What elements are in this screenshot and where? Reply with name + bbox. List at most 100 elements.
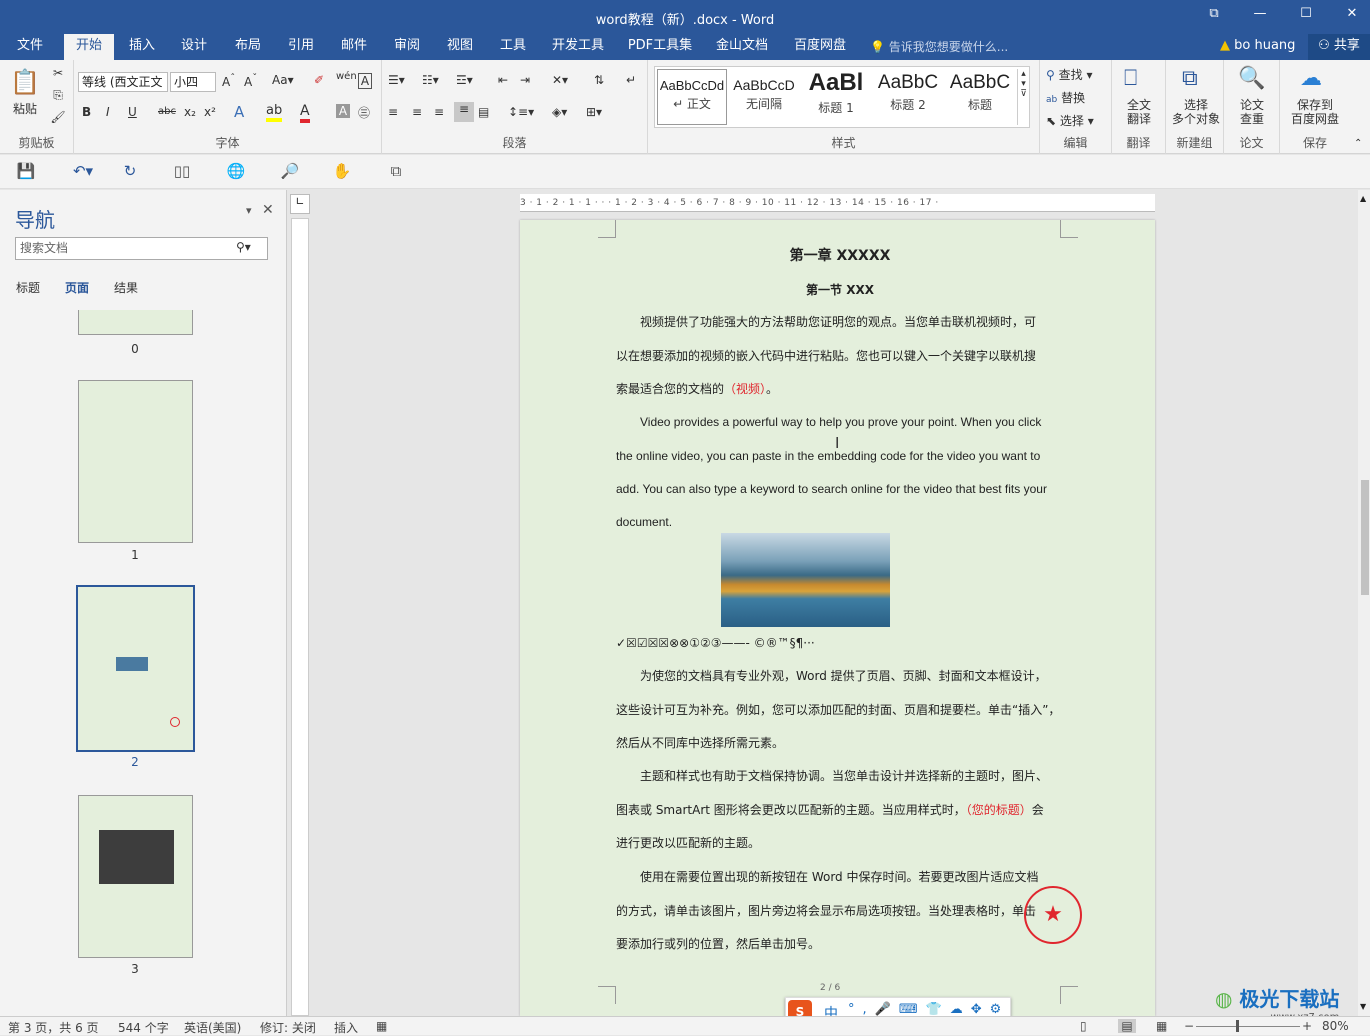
zoom-level[interactable]: 80% (1322, 1019, 1349, 1033)
tab-tools[interactable]: 工具 (491, 34, 535, 60)
print-layout-icon[interactable]: ▤ (1118, 1019, 1136, 1033)
increase-indent-icon[interactable]: ⇥ (520, 73, 530, 87)
zoom-in-icon[interactable]: + (1302, 1019, 1312, 1033)
touch-mode-icon[interactable]: ✋ (332, 162, 352, 182)
scroll-up-icon[interactable]: ▲ (1360, 194, 1366, 203)
distributed-icon[interactable]: ▤ (478, 105, 489, 119)
select-button[interactable]: ⬉ 选择 ▾ (1046, 112, 1094, 129)
shading-icon[interactable]: ◈▾ (552, 105, 567, 119)
style-no-spacing[interactable]: AaBbCcD 无间隔 (729, 69, 799, 125)
tab-pdf-tools[interactable]: PDF工具集 (624, 34, 696, 60)
select-multiple-button[interactable]: 选择 多个对象 (1168, 98, 1224, 126)
line-spacing-icon[interactable]: ↕≡▾ (508, 105, 534, 119)
tab-headings[interactable]: 标题 (16, 279, 40, 296)
nav-options-icon[interactable]: ▾ (246, 204, 252, 217)
copy-icon[interactable]: ⎘ (50, 88, 66, 103)
font-color-icon[interactable]: A (300, 103, 310, 123)
superscript-button[interactable]: x² (204, 105, 216, 119)
zoom-slider-thumb[interactable] (1236, 1020, 1239, 1032)
sort-icon[interactable]: ⇅ (594, 73, 604, 87)
web-view-icon[interactable]: ▦ (1156, 1019, 1167, 1033)
find-button[interactable]: ⚲ 查找 ▾ (1046, 66, 1092, 83)
baidu-cloud-icon[interactable]: ☁ (1300, 66, 1322, 91)
minimize-button[interactable]: — (1248, 6, 1272, 26)
scroll-down-icon[interactable]: ▼ (1360, 1002, 1366, 1011)
search-icon[interactable]: ⚲▾ (236, 240, 251, 254)
close-button[interactable]: ✕ (1340, 6, 1364, 26)
tab-home[interactable]: 开始 (64, 34, 114, 60)
tab-file[interactable]: 文件 (8, 34, 52, 60)
clear-format-icon[interactable]: ✐ (314, 73, 324, 87)
read-view-icon[interactable]: ▯ (1080, 1019, 1087, 1033)
tab-selector[interactable]: ∟ (290, 194, 310, 214)
translate-icon[interactable]: ⎕ (1124, 66, 1137, 91)
scrollbar-thumb[interactable] (1361, 480, 1369, 595)
tab-insert[interactable]: 插入 (120, 34, 164, 60)
enclose-char-icon[interactable]: ㊂ (358, 104, 370, 121)
collapse-ribbon-icon[interactable]: ⌃ (1354, 138, 1362, 149)
vertical-scrollbar[interactable]: ▲ ▼ (1358, 190, 1370, 1016)
paste-icon[interactable]: 📋 (10, 68, 40, 98)
tab-references[interactable]: 引用 (279, 34, 323, 60)
grow-font-icon[interactable]: Aˆ (222, 73, 235, 89)
bold-button[interactable]: B (82, 105, 91, 119)
chinese-layout-icon[interactable]: ✕▾ (552, 73, 568, 87)
user-account[interactable]: ▲ bo huang (1220, 38, 1295, 53)
multilevel-list-icon[interactable]: ☲▾ (456, 73, 473, 87)
print-preview-icon[interactable]: 🔎 (280, 162, 300, 182)
align-right-icon[interactable]: ≡ (434, 105, 444, 119)
tab-design[interactable]: 设计 (172, 34, 216, 60)
document-page[interactable]: 第一章 XXXXX 第一节 XXX 视频提供了功能强大的方法帮助您证明您的观点。… (520, 220, 1155, 1016)
subscript-button[interactable]: x₂ (184, 105, 196, 119)
tab-kdocs[interactable]: 金山文档 (708, 34, 776, 60)
ime-tool-icons[interactable]: °,🎤⌨👕☁✥⚙ (848, 1002, 1009, 1017)
align-left-icon[interactable]: ≡ (388, 105, 398, 119)
track-changes[interactable]: 修订: 关闭 (260, 1019, 316, 1036)
paper-check-icon[interactable]: 🔍 (1238, 66, 1265, 91)
format-painter-icon[interactable]: 🖌 (50, 110, 66, 124)
tab-layout[interactable]: 布局 (226, 34, 270, 60)
page-count[interactable]: 第 3 页，共 6 页 (8, 1019, 99, 1036)
tab-baidu-netdisk[interactable]: 百度网盘 (786, 34, 854, 60)
italic-button[interactable]: I (106, 105, 110, 119)
save-icon[interactable]: 💾 (16, 162, 36, 182)
tell-me-box[interactable]: 💡 告诉我您想要做什么... (870, 38, 1008, 55)
page-thumbnail-3[interactable] (78, 795, 193, 958)
align-center-icon[interactable]: ≡ (412, 105, 422, 119)
tab-mailings[interactable]: 邮件 (332, 34, 376, 60)
styles-scroll[interactable]: ▴ ▾ ⊽ (1017, 69, 1029, 125)
tab-developer[interactable]: 开发工具 (546, 34, 610, 60)
text-effects-icon[interactable]: A (234, 103, 244, 121)
redo-icon[interactable]: ↻ (120, 162, 140, 182)
insert-mode[interactable]: 插入 (334, 1019, 358, 1036)
paper-check-button[interactable]: 论文 查重 (1230, 98, 1274, 126)
ribbon-display-icon[interactable]: ⧉ (1202, 6, 1226, 26)
tab-view[interactable]: 视图 (438, 34, 482, 60)
landscape-image[interactable] (721, 533, 890, 627)
font-name-select[interactable]: 等线 (西文正文 (78, 72, 168, 92)
page-thumbnail-2[interactable] (76, 585, 195, 752)
tab-review[interactable]: 审阅 (385, 34, 429, 60)
style-title[interactable]: AaBbC 标题 (945, 69, 1015, 125)
full-translate-button[interactable]: 全文 翻译 (1118, 98, 1160, 126)
font-size-select[interactable]: 小四 (170, 72, 216, 92)
borders-icon[interactable]: ⊞▾ (586, 105, 602, 119)
zoom-slider[interactable] (1196, 1026, 1300, 1027)
decrease-indent-icon[interactable]: ⇤ (498, 73, 508, 87)
cut-icon[interactable]: ✂ (50, 66, 66, 80)
bullets-icon[interactable]: ☰▾ (388, 73, 405, 87)
justify-icon[interactable]: ≡ (454, 102, 474, 122)
read-mode-icon[interactable]: ▯▯ (172, 162, 192, 182)
show-marks-icon[interactable]: ↵ (626, 73, 636, 87)
zoom-out-icon[interactable]: − (1184, 1019, 1194, 1033)
page-thumbnail-1[interactable] (78, 380, 193, 543)
char-shading-icon[interactable]: A (336, 104, 350, 118)
search-input[interactable]: 搜索文档 (15, 237, 268, 260)
style-heading-2[interactable]: AaBbC 标题 2 (873, 69, 943, 125)
numbering-icon[interactable]: ☷▾ (422, 73, 439, 87)
customize-icon[interactable]: ⧉ (386, 162, 406, 182)
phonetic-guide-icon[interactable]: wén (336, 71, 357, 82)
tab-pages[interactable]: 页面 (65, 279, 89, 296)
underline-button[interactable]: U (128, 105, 137, 119)
page-thumbnail-0[interactable] (78, 310, 193, 335)
